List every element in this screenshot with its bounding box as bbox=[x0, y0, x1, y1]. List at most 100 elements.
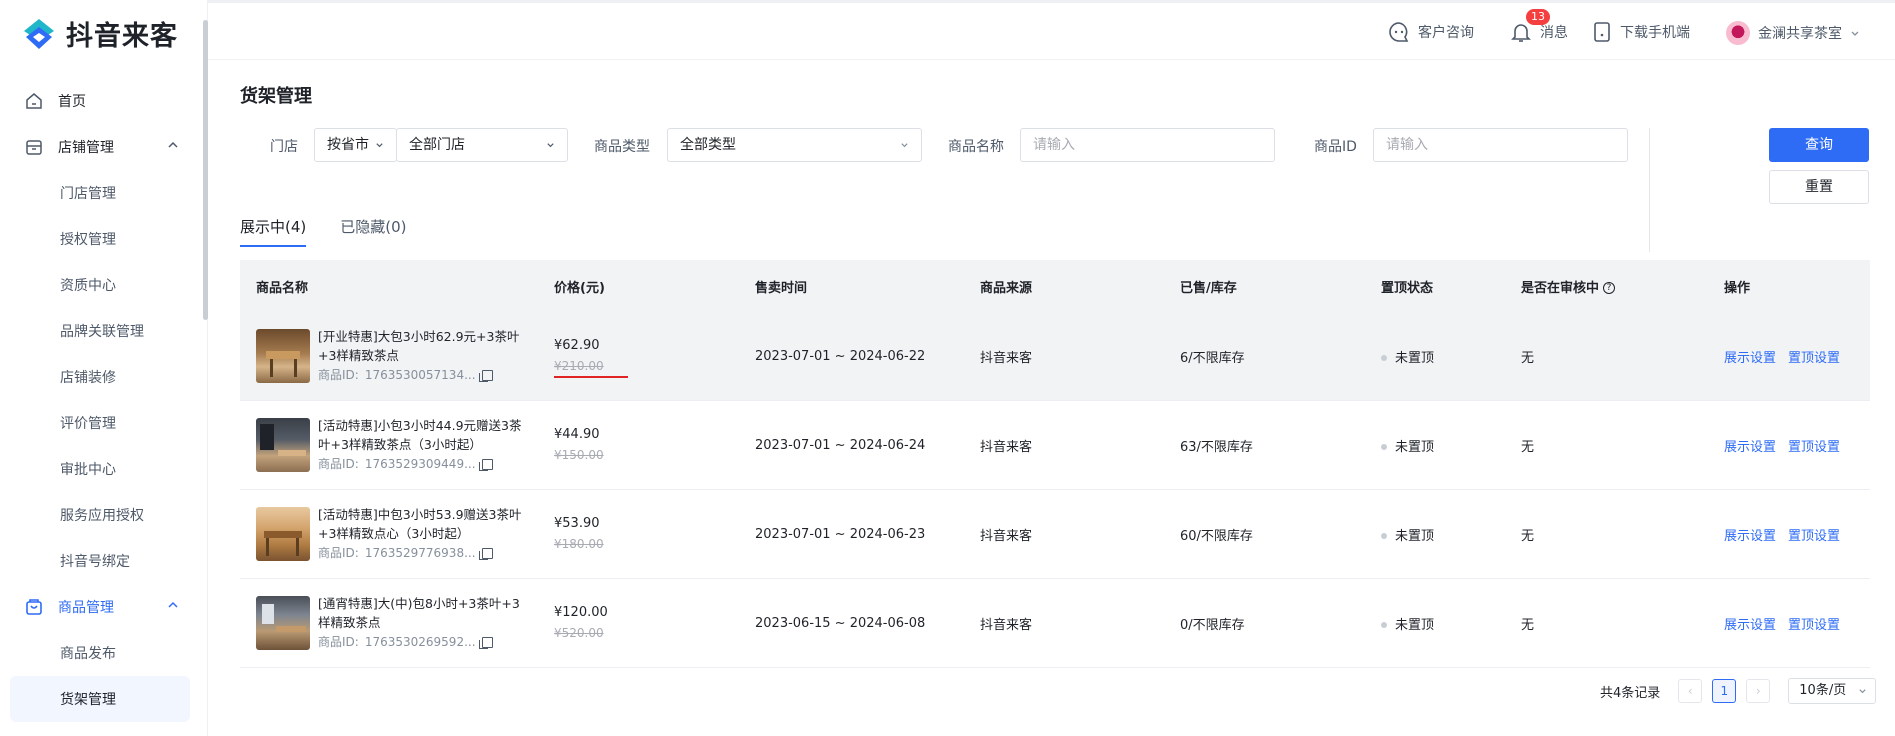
product-cell: [通宵特惠]大(中)包8小时+3茶叶+3样精致茶点 商品ID: 176353026… bbox=[240, 594, 540, 652]
product-thumbnail bbox=[256, 418, 310, 472]
sidebar-item-goods-publish[interactable]: 商品发布 bbox=[0, 630, 200, 676]
actions-cell: 展示设置 置顶设置 bbox=[1710, 347, 1870, 366]
copy-icon[interactable] bbox=[478, 547, 493, 560]
display-settings-link[interactable]: 展示设置 bbox=[1724, 529, 1776, 544]
pin-settings-link[interactable]: 置顶设置 bbox=[1788, 529, 1840, 544]
product-id-prefix: 商品ID: bbox=[318, 635, 359, 649]
sidebar-item-approval[interactable]: 审批中心 bbox=[0, 446, 200, 492]
tab-hidden[interactable]: 已隐藏(0) bbox=[340, 216, 406, 247]
status-tabs: 展示中(4) 已隐藏(0) bbox=[240, 216, 407, 247]
sidebar-item-service-auth[interactable]: 服务应用授权 bbox=[0, 492, 200, 538]
shop-name: 金澜共享茶室 bbox=[1758, 26, 1842, 42]
top-status-label: 未置顶 bbox=[1395, 439, 1435, 455]
sidebar-group-goods[interactable]: 商品管理 bbox=[0, 584, 200, 630]
reset-button[interactable]: 重置 bbox=[1769, 170, 1869, 204]
display-settings-link[interactable]: 展示设置 bbox=[1724, 440, 1776, 455]
review-status: 无 bbox=[1521, 617, 1535, 633]
sidebar-item-shelf-management[interactable]: 货架管理 bbox=[10, 676, 190, 722]
sidebar-item-home[interactable]: 首页 bbox=[0, 78, 200, 124]
product-info: [通宵特惠]大(中)包8小时+3茶叶+3样精致茶点 商品ID: 176353026… bbox=[318, 594, 528, 652]
sale-time: 2023-07-01 ~ 2024-06-23 bbox=[755, 526, 926, 542]
table-row: [活动特惠]小包3小时44.9元赠送3茶叶+3样精致茶点（3小时起） 商品ID:… bbox=[240, 401, 1870, 490]
pin-settings-link[interactable]: 置顶设置 bbox=[1788, 351, 1840, 366]
copy-icon[interactable] bbox=[478, 636, 493, 649]
chevron-down-icon bbox=[376, 143, 383, 148]
copy-icon[interactable] bbox=[478, 369, 493, 382]
sidebar-item-reviews[interactable]: 评价管理 bbox=[0, 400, 200, 446]
copy-icon[interactable] bbox=[478, 458, 493, 471]
top-status-label: 未置顶 bbox=[1395, 350, 1435, 366]
top-status-label: 未置顶 bbox=[1395, 528, 1435, 544]
store-select-value: 全部门店 bbox=[409, 137, 465, 153]
sidebar-item-label: 商品管理 bbox=[58, 600, 114, 616]
current-price: ¥120.00 bbox=[554, 605, 608, 620]
sidebar-item-douyin-bind[interactable]: 抖音号绑定 bbox=[0, 538, 200, 584]
sidebar-item-brand-link[interactable]: 品牌关联管理 bbox=[0, 308, 200, 354]
tab-showing[interactable]: 展示中(4) bbox=[240, 216, 307, 247]
next-page-button[interactable]: › bbox=[1746, 679, 1771, 703]
sidebar-item-store-management[interactable]: 门店管理 bbox=[0, 170, 200, 216]
customer-consult-button[interactable]: 客户咨询 bbox=[1388, 21, 1474, 43]
question-icon[interactable]: ? bbox=[1603, 282, 1616, 294]
message-count-badge: 13 bbox=[1526, 9, 1550, 25]
price-cell: ¥53.90 ¥180.00 bbox=[540, 514, 741, 554]
pin-settings-link[interactable]: 置顶设置 bbox=[1788, 440, 1840, 455]
product-info: [开业特惠]大包3小时62.9元+3茶叶+3样精致茶点 商品ID: 1763530… bbox=[318, 327, 528, 385]
product-name: [通宵特惠]大(中)包8小时+3茶叶+3样精致茶点 bbox=[318, 596, 520, 630]
filter-panel: 门店 按省市 全部门店 商品类型 全部类型 商品名称 请输入 商品ID 请输入 … bbox=[240, 128, 1869, 266]
page-size-select[interactable]: 10条/页 bbox=[1788, 678, 1877, 704]
province-select-value: 按省市 bbox=[327, 137, 369, 153]
id-filter-label: 商品ID bbox=[1314, 139, 1357, 155]
product-id-input[interactable]: 请输入 bbox=[1373, 128, 1628, 162]
product-cell: [开业特惠]大包3小时62.9元+3茶叶+3样精致茶点 商品ID: 1763530… bbox=[240, 327, 540, 385]
sale-time: 2023-07-01 ~ 2024-06-22 bbox=[755, 348, 926, 364]
price-cell: ¥120.00 ¥520.00 bbox=[540, 603, 741, 643]
account-menu[interactable]: 金澜共享茶室 bbox=[1726, 21, 1860, 45]
chat-icon bbox=[1389, 22, 1409, 42]
sidebar-item-qualification[interactable]: 资质中心 bbox=[0, 262, 200, 308]
sidebar-group-store[interactable]: 店铺管理 bbox=[0, 124, 200, 170]
status-dot bbox=[1381, 533, 1387, 539]
chevron-down-icon bbox=[901, 143, 908, 148]
stock: 6/不限库存 bbox=[1180, 350, 1245, 366]
original-price: ¥520.00 bbox=[554, 626, 604, 640]
download-app-button[interactable]: 下载手机端 bbox=[1592, 21, 1690, 43]
col-sale-time: 售卖时间 bbox=[755, 280, 808, 296]
product-name-input[interactable]: 请输入 bbox=[1020, 128, 1275, 162]
current-price: ¥44.90 bbox=[554, 427, 600, 442]
chevron-up-icon bbox=[168, 141, 178, 148]
col-review: 是否在审核中? bbox=[1507, 277, 1710, 296]
display-settings-link[interactable]: 展示设置 bbox=[1724, 618, 1776, 633]
brand-name: 抖音来客 bbox=[66, 21, 178, 52]
stock: 60/不限库存 bbox=[1180, 528, 1253, 544]
sale-time: 2023-06-15 ~ 2024-06-08 bbox=[755, 615, 926, 631]
store-select[interactable]: 全部门店 bbox=[396, 128, 568, 162]
col-stock: 已售/库存 bbox=[1180, 280, 1237, 296]
pagination: 共4条记录 ‹ 1 › 10条/页 bbox=[1600, 678, 1877, 704]
query-button[interactable]: 查询 bbox=[1769, 128, 1869, 162]
display-settings-link[interactable]: 展示设置 bbox=[1724, 351, 1776, 366]
type-select-value: 全部类型 bbox=[680, 137, 736, 153]
messages-button[interactable]: 13 消息 bbox=[1510, 9, 1568, 43]
product-id-prefix: 商品ID: bbox=[318, 546, 359, 560]
brand-logo[interactable]: 抖音来客 bbox=[20, 14, 178, 53]
brand-logo-icon bbox=[24, 18, 54, 49]
pin-settings-link[interactable]: 置顶设置 bbox=[1788, 618, 1840, 633]
current-price: ¥53.90 bbox=[554, 516, 600, 531]
annotation-underline bbox=[554, 376, 628, 378]
type-select[interactable]: 全部类型 bbox=[667, 128, 922, 162]
review-status: 无 bbox=[1521, 350, 1535, 366]
product-info: [活动特惠]中包3小时53.9赠送3茶叶+3样精致点心（3小时起） 商品ID: 1… bbox=[318, 505, 528, 563]
product-name: [开业特惠]大包3小时62.9元+3茶叶+3样精致茶点 bbox=[318, 329, 520, 363]
sidebar-item-store-decoration[interactable]: 店铺装修 bbox=[0, 354, 200, 400]
product-source: 抖音来客 bbox=[980, 350, 1033, 366]
province-select[interactable]: 按省市 bbox=[314, 128, 397, 162]
page-number-button[interactable]: 1 bbox=[1712, 679, 1737, 703]
col-product-name: 商品名称 bbox=[256, 280, 309, 296]
review-status: 无 bbox=[1521, 528, 1535, 544]
prev-page-button[interactable]: ‹ bbox=[1678, 679, 1703, 703]
stock: 0/不限库存 bbox=[1180, 617, 1245, 633]
sidebar-item-authorization[interactable]: 授权管理 bbox=[0, 216, 200, 262]
store-icon bbox=[26, 140, 42, 155]
product-id-placeholder: 请输入 bbox=[1386, 137, 1428, 153]
